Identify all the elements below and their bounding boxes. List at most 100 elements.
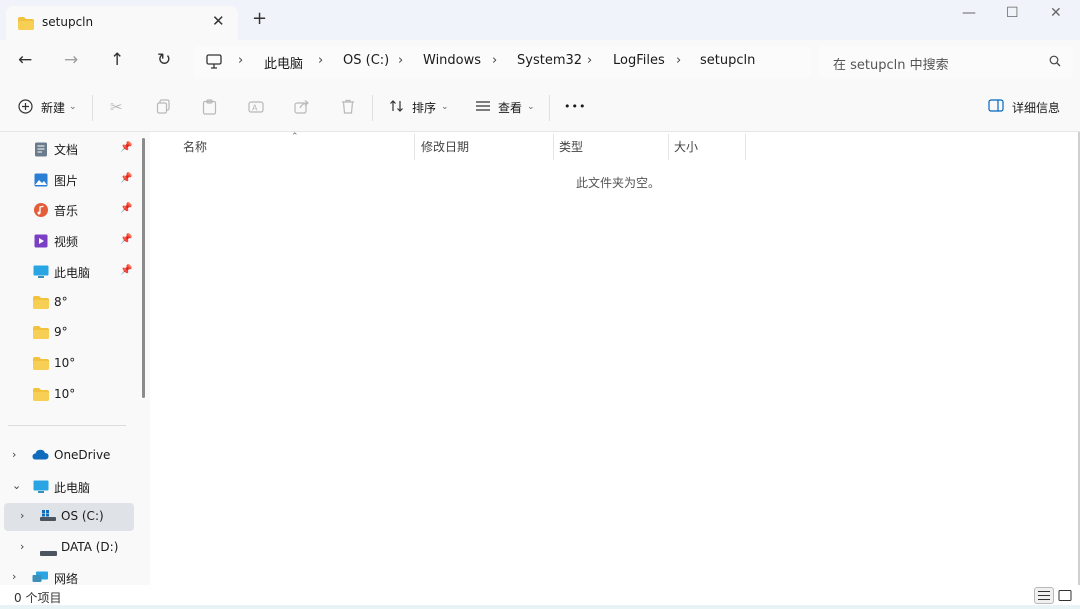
sidebar-item-label: 8° (54, 295, 68, 309)
command-bar: 新建 ⌄ ✂ A 排序 ⌄ 查看 ⌄ ••• 详细信息 (0, 85, 1080, 132)
breadcrumb-item-system32[interactable]: System32 (517, 53, 582, 68)
breadcrumb-item-windows[interactable]: Windows (423, 53, 481, 68)
column-divider[interactable] (745, 134, 746, 160)
folder-icon (33, 357, 49, 373)
file-explorer-window: setupcln ✕ + — ☐ ✕ ← → ↑ ↻ › 此电脑 › OS (C… (0, 0, 1080, 605)
sidebar-item-pictures[interactable]: 图片 📌 (0, 166, 138, 194)
back-button[interactable]: ← (18, 50, 32, 70)
details-view-button[interactable] (1034, 587, 1054, 604)
navigation-bar: ← → ↑ ↻ › 此电脑 › OS (C:) › Windows › Syst… (0, 40, 1080, 85)
breadcrumb-item-os-c[interactable]: OS (C:) (343, 53, 389, 68)
sort-ascending-icon: ⌃ (291, 132, 299, 142)
tab-close-icon[interactable]: ✕ (212, 12, 225, 30)
new-tab-button[interactable]: + (252, 10, 267, 28)
sidebar-item-label: 9° (54, 325, 68, 339)
sort-button[interactable]: 排序 (412, 99, 436, 116)
column-divider[interactable] (553, 134, 554, 160)
sidebar-item-this-pc[interactable]: ⌄ 此电脑 (0, 473, 138, 501)
sidebar-item-label: DATA (D:) (61, 540, 119, 554)
paste-icon[interactable] (202, 99, 217, 118)
cut-icon[interactable]: ✂ (110, 99, 123, 115)
chevron-right-icon[interactable]: › (12, 570, 16, 583)
breadcrumb-separator: › (398, 53, 404, 68)
up-button[interactable]: ↑ (110, 50, 124, 70)
chevron-down-icon[interactable]: ⌄ (12, 479, 21, 492)
view-icon (475, 99, 491, 115)
share-icon[interactable] (294, 99, 310, 117)
sidebar-item-videos[interactable]: 视频 📌 (0, 227, 138, 255)
address-bar[interactable]: › 此电脑 › OS (C:) › Windows › System32 › L… (194, 46, 811, 78)
pin-icon: 📌 (120, 265, 133, 276)
sidebar-item-os-c[interactable]: › OS (C:) (4, 503, 134, 531)
column-divider[interactable] (668, 134, 669, 160)
divider (8, 425, 126, 426)
view-dropdown-chevron-icon[interactable]: ⌄ (527, 102, 535, 112)
sidebar-item-documents[interactable]: 文档 📌 (0, 135, 138, 163)
sidebar-item-label: 视频 (54, 235, 79, 249)
details-button[interactable]: 详细信息 (1012, 99, 1060, 116)
sidebar-item-folder-9[interactable]: 9° (0, 319, 138, 347)
chevron-right-icon[interactable]: › (20, 509, 24, 522)
rename-icon[interactable]: A (248, 99, 264, 118)
forward-button[interactable]: → (64, 50, 78, 70)
sidebar-item-label: 10° (54, 387, 76, 401)
folder-icon (33, 326, 49, 342)
divider (372, 95, 373, 121)
empty-folder-message: 此文件夹为空。 (576, 176, 661, 190)
column-header-name[interactable]: 名称 (183, 138, 207, 155)
sort-icon (389, 99, 405, 116)
copy-icon[interactable] (156, 99, 171, 117)
details-pane-icon (988, 99, 1004, 115)
sort-dropdown-chevron-icon[interactable]: ⌄ (441, 102, 449, 112)
column-header-type[interactable]: 类型 (559, 138, 583, 155)
tab-title: setupcln (42, 15, 94, 29)
sidebar-item-this-pc-pinned[interactable]: 此电脑 📌 (0, 258, 138, 286)
cloud-icon (32, 449, 49, 463)
search-icon (1049, 55, 1061, 70)
new-dropdown-chevron-icon[interactable]: ⌄ (69, 102, 77, 112)
sidebar-item-onedrive[interactable]: › OneDrive (0, 442, 138, 470)
navigation-pane: 文档 📌 图片 📌 音乐 📌 视频 📌 此电脑 📌 8° 9° 10° 10° … (0, 132, 150, 586)
music-icon (34, 203, 48, 220)
folder-icon (33, 388, 49, 404)
sidebar-item-label: 此电脑 (54, 266, 91, 280)
view-button[interactable]: 查看 (498, 99, 522, 116)
folder-icon (33, 296, 49, 312)
sidebar-item-folder-8[interactable]: 8° (0, 289, 138, 317)
sidebar-item-label: 此电脑 (54, 481, 91, 495)
folder-icon (18, 17, 34, 33)
maximize-button[interactable]: ☐ (1006, 5, 1019, 21)
navigation-pane-scrollbar[interactable] (142, 138, 145, 398)
breadcrumb-item-this-pc[interactable]: 此电脑 (264, 53, 303, 72)
column-header-size[interactable]: 大小 (674, 138, 698, 155)
file-list: ⌃ 名称 修改日期 类型 大小 此文件夹为空。 (150, 132, 1080, 585)
sidebar-item-folder-10a[interactable]: 10° (0, 350, 138, 378)
chevron-right-icon[interactable]: › (20, 540, 24, 553)
new-button[interactable]: 新建 (41, 99, 65, 116)
refresh-button[interactable]: ↻ (157, 50, 171, 70)
minimize-button[interactable]: — (962, 5, 976, 21)
drive-c-icon (40, 510, 56, 525)
chevron-right-icon[interactable]: › (12, 448, 16, 461)
more-options-button[interactable]: ••• (564, 100, 586, 113)
tab-setupcln[interactable]: setupcln ✕ (6, 6, 238, 40)
computer-icon (33, 265, 49, 282)
sidebar-item-label: 文档 (54, 143, 79, 157)
sidebar-item-folder-10b[interactable]: 10° (0, 381, 138, 409)
search-box[interactable]: 在 setupcln 中搜索 (819, 46, 1073, 78)
breadcrumb-item-setupcln[interactable]: setupcln (700, 53, 755, 68)
breadcrumb-separator: › (492, 53, 498, 68)
pin-icon: 📌 (120, 203, 133, 214)
column-divider[interactable] (414, 134, 415, 160)
pin-icon: 📌 (120, 142, 133, 153)
tiles-view-button[interactable] (1055, 587, 1075, 604)
close-window-button[interactable]: ✕ (1050, 5, 1062, 21)
sidebar-item-music[interactable]: 音乐 📌 (0, 196, 138, 224)
delete-icon[interactable] (341, 99, 355, 117)
column-header-date-modified[interactable]: 修改日期 (421, 138, 469, 155)
sidebar-item-label: 音乐 (54, 204, 79, 218)
sidebar-item-label: 10° (54, 356, 76, 370)
tiles-view-icon (1058, 590, 1072, 601)
breadcrumb-item-logfiles[interactable]: LogFiles (613, 53, 665, 68)
sidebar-item-data-d[interactable]: › DATA (D:) (0, 534, 138, 562)
